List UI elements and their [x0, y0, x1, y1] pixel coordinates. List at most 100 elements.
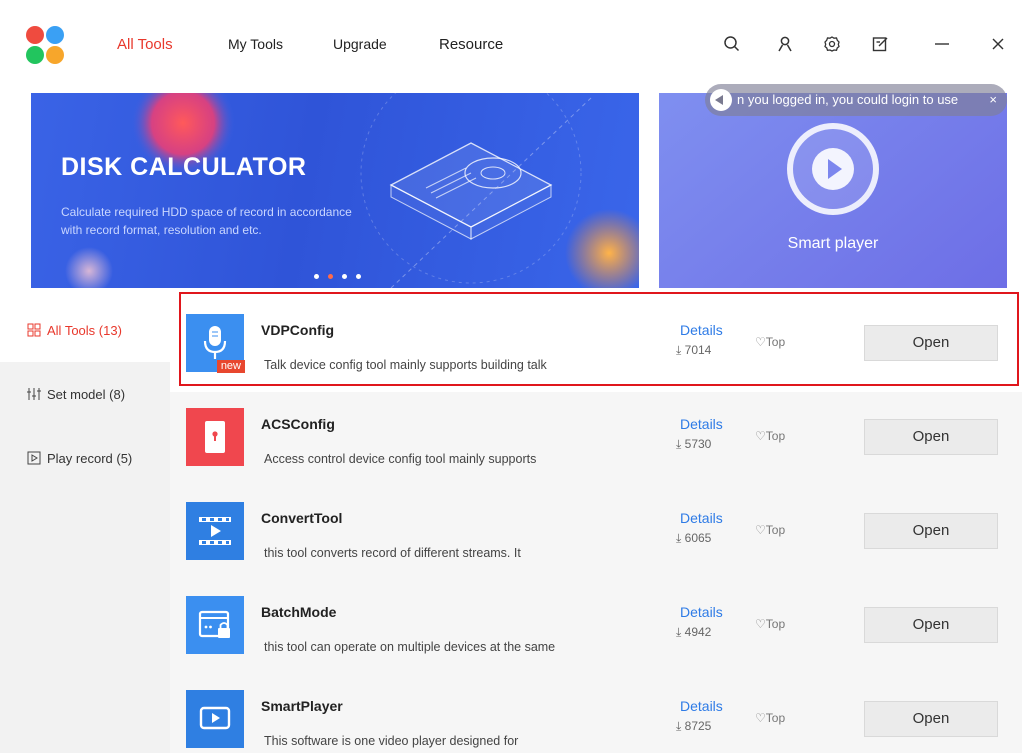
pin-top-button[interactable]: ♡Top — [755, 523, 785, 537]
film-convert-icon — [186, 502, 244, 560]
download-icon: ⤓ — [676, 531, 685, 545]
heart-icon: ♡ — [755, 523, 766, 537]
gear-icon[interactable] — [822, 34, 842, 54]
banner-title: DISK CALCULATOR — [61, 153, 307, 181]
download-icon: ⤓ — [676, 437, 685, 451]
download-icon: ⤓ — [676, 719, 685, 733]
disk-calculator-banner[interactable]: DISK CALCULATOR Calculate required HDD s… — [31, 93, 639, 288]
search-icon[interactable] — [722, 34, 742, 54]
smart-player-banner[interactable]: Smart player — [659, 93, 1007, 288]
heart-icon: ♡ — [755, 617, 766, 631]
tool-row-smartplayer: SmartPlayer This software is one video p… — [170, 674, 1022, 753]
notice-text: n you logged in, you could login to use — [737, 92, 959, 107]
sidebar-item-label: Set model (8) — [47, 386, 126, 402]
download-icon: ⤓ — [676, 343, 685, 357]
download-count-value: 8725 — [684, 719, 712, 733]
tab-resource[interactable]: Resource — [439, 36, 503, 53]
open-button[interactable]: Open — [864, 607, 998, 643]
door-access-icon — [186, 408, 244, 466]
tab-all-tools[interactable]: All Tools — [117, 36, 173, 53]
notice-close-icon[interactable]: × — [989, 84, 997, 116]
top-bar: All Tools My Tools Upgrade Resource — [0, 0, 1022, 88]
sidebar-item-label: Play record (5) — [47, 450, 133, 466]
pin-top-button[interactable]: ♡Top — [755, 711, 785, 725]
user-icon[interactable] — [775, 34, 795, 54]
tool-list: new VDPConfig Talk device config tool ma… — [170, 298, 1022, 753]
video-player-icon — [186, 690, 244, 748]
download-count-value: 6065 — [684, 531, 712, 545]
tool-row-vdpconfig: new VDPConfig Talk device config tool ma… — [170, 298, 1022, 392]
pin-top-label: Top — [765, 711, 786, 725]
minimize-icon[interactable] — [932, 34, 952, 54]
close-icon[interactable] — [988, 34, 1008, 54]
heart-icon: ♡ — [755, 711, 766, 725]
download-count: ⤓ 4942 — [676, 625, 711, 640]
play-square-icon — [27, 451, 41, 465]
details-link[interactable]: Details — [680, 416, 723, 432]
open-button[interactable]: Open — [864, 701, 998, 737]
download-count: ⤓ 6065 — [676, 531, 711, 546]
tool-description: Access control device config tool mainly… — [264, 452, 537, 466]
tool-name: ConvertTool — [261, 510, 343, 526]
banner-description: Calculate required HDD space of record i… — [61, 205, 352, 237]
pin-top-label: Top — [765, 523, 786, 537]
open-button[interactable]: Open — [864, 325, 998, 361]
speaker-icon — [710, 89, 732, 111]
pin-top-label: Top — [765, 335, 786, 349]
carousel-dot[interactable] — [356, 274, 361, 279]
app-logo-icon — [26, 26, 64, 64]
sidebar-item-play-record[interactable]: Play record (5) — [0, 426, 170, 490]
tool-description: this tool can operate on multiple device… — [264, 640, 556, 654]
tool-row-converttool: ConvertTool this tool converts record of… — [170, 486, 1022, 580]
play-icon — [787, 123, 879, 215]
carousel-dots[interactable] — [314, 266, 370, 284]
details-link[interactable]: Details — [680, 604, 723, 620]
details-link[interactable]: Details — [680, 510, 723, 526]
batch-lock-icon — [186, 596, 244, 654]
open-button[interactable]: Open — [864, 419, 998, 455]
pin-top-label: Top — [765, 429, 786, 443]
pin-top-button[interactable]: ♡Top — [755, 617, 785, 631]
download-count: ⤓ 8725 — [676, 719, 711, 734]
heart-icon: ♡ — [755, 335, 766, 349]
tool-description: Talk device config tool mainly supports … — [264, 358, 547, 372]
grid-icon — [27, 323, 41, 337]
download-count: ⤓ 7014 — [676, 343, 711, 358]
details-link[interactable]: Details — [680, 322, 723, 338]
tool-row-acsconfig: ACSConfig Access control device config t… — [170, 392, 1022, 486]
tool-name: ACSConfig — [261, 416, 335, 432]
sidebar-item-all-tools[interactable]: All Tools (13) — [0, 298, 170, 362]
tool-name: VDPConfig — [261, 322, 335, 338]
carousel-dot-active[interactable] — [328, 274, 333, 279]
tool-description: This software is one video player design… — [264, 734, 519, 748]
tool-row-batchmode: BatchMode this tool can operate on multi… — [170, 580, 1022, 674]
details-link[interactable]: Details — [680, 698, 723, 714]
microphone-icon: new — [186, 314, 245, 373]
carousel-dot[interactable] — [342, 274, 347, 279]
pin-top-button[interactable]: ♡Top — [755, 429, 785, 443]
tool-name: SmartPlayer — [261, 698, 343, 714]
smart-player-label: Smart player — [787, 235, 879, 252]
new-badge: new — [216, 360, 245, 373]
heart-icon: ♡ — [755, 429, 766, 443]
pin-top-button[interactable]: ♡Top — [755, 335, 785, 349]
login-notice: n you logged in, you could login to use … — [705, 84, 1007, 116]
download-count-value: 4942 — [684, 625, 712, 639]
sidebar-item-label: All Tools (13) — [47, 322, 122, 338]
sidebar-item-set-model[interactable]: Set model (8) — [0, 362, 170, 426]
open-button[interactable]: Open — [864, 513, 998, 549]
tab-my-tools[interactable]: My Tools — [228, 36, 283, 52]
tab-upgrade[interactable]: Upgrade — [333, 36, 387, 52]
sliders-icon — [27, 388, 41, 400]
download-count-value: 7014 — [684, 343, 712, 357]
tool-name: BatchMode — [261, 604, 337, 620]
download-count: ⤓ 5730 — [676, 437, 711, 452]
category-sidebar: All Tools (13) Set model (8) Play record… — [0, 298, 170, 753]
edit-note-icon[interactable] — [870, 34, 890, 54]
banner-decoration — [65, 93, 639, 288]
download-count-value: 5730 — [684, 437, 712, 451]
pin-top-label: Top — [765, 617, 786, 631]
download-icon: ⤓ — [676, 625, 685, 639]
tool-description: this tool converts record of different s… — [264, 546, 521, 560]
carousel-dot[interactable] — [314, 274, 319, 279]
